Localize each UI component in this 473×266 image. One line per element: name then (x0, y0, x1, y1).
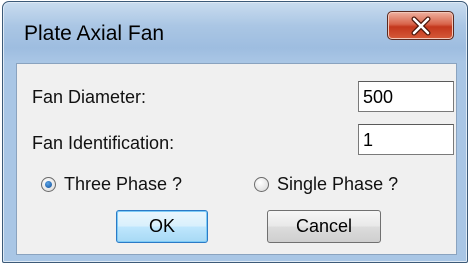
three-phase-label: Three Phase ? (64, 174, 183, 194)
radio-selected-icon (41, 177, 56, 192)
fan-identification-field[interactable] (358, 124, 454, 155)
three-phase-radio[interactable]: Three Phase ? (41, 174, 182, 195)
fan-diameter-field[interactable] (358, 81, 454, 112)
close-icon (411, 16, 430, 35)
fan-identification-label: Fan Identification: (32, 133, 175, 153)
dialog-window: Plate Axial Fan Fan Diameter: Fan Identi… (2, 1, 468, 263)
ok-button[interactable]: OK (116, 210, 208, 243)
radio-unselected-icon (254, 177, 269, 192)
single-phase-radio[interactable]: Single Phase ? (254, 174, 398, 195)
window-title: Plate Axial Fan (24, 22, 165, 45)
dialog-client-area: Fan Diameter: Fan Identification: Three … (16, 63, 457, 255)
cancel-button[interactable]: Cancel (267, 210, 381, 243)
single-phase-label: Single Phase ? (277, 174, 399, 194)
fan-diameter-label: Fan Diameter: (32, 87, 147, 107)
close-button[interactable] (387, 11, 454, 40)
